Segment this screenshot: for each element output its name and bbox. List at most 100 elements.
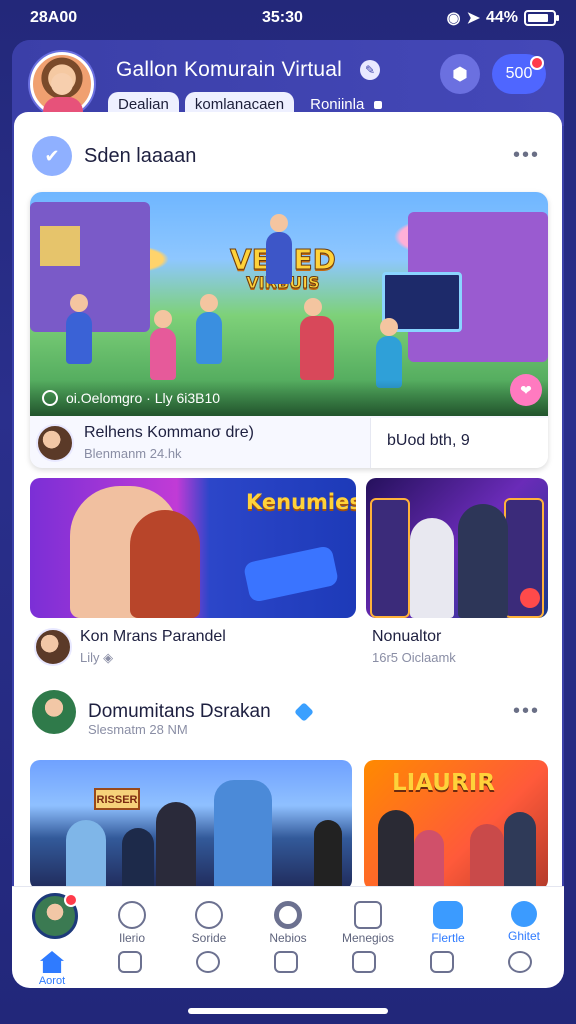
notifications-button[interactable]: 500 bbox=[492, 54, 546, 94]
post-tile[interactable]: LIAURIR bbox=[364, 760, 548, 890]
tab-bar: Ilerio Soride Nebios Menegios Flertle Gh… bbox=[12, 886, 564, 988]
notification-dot-icon bbox=[64, 893, 78, 907]
profile-avatar[interactable] bbox=[30, 52, 94, 116]
author-avatar[interactable] bbox=[34, 628, 72, 666]
tab-label: Dealian bbox=[118, 96, 169, 113]
tab-label: Soride bbox=[191, 931, 227, 945]
arcade-machine bbox=[370, 498, 410, 618]
person-icon bbox=[195, 901, 223, 929]
person bbox=[314, 820, 342, 890]
tab-search[interactable] bbox=[178, 947, 238, 987]
message-icon bbox=[354, 901, 382, 929]
tab-history[interactable] bbox=[334, 947, 394, 987]
tab-label: Ghitet bbox=[507, 929, 540, 943]
clock: 35:30 bbox=[262, 9, 303, 26]
profile-icon bbox=[511, 901, 537, 927]
gallery-icon bbox=[433, 901, 463, 929]
tile-author-meta: 16r5 Oiclaamk bbox=[372, 650, 456, 665]
tab-label: Nebios bbox=[269, 931, 307, 945]
tab-label: komlanacaen bbox=[194, 96, 285, 113]
shop-sign-text: RISSER bbox=[96, 794, 138, 806]
tab-calendar[interactable] bbox=[412, 947, 472, 987]
battery-icon bbox=[524, 10, 559, 26]
home-indicator[interactable] bbox=[188, 1008, 388, 1014]
person bbox=[458, 504, 508, 618]
house-illustration bbox=[30, 202, 150, 332]
more-options-icon[interactable]: ••• bbox=[513, 144, 540, 167]
more-options-icon[interactable]: ••• bbox=[513, 700, 540, 723]
shop-sign: LIAURIR bbox=[392, 770, 495, 796]
avatar-face bbox=[51, 73, 73, 95]
notification-dot-icon bbox=[530, 56, 544, 70]
chevron-down-icon: ❤ bbox=[520, 381, 532, 398]
record-icon bbox=[520, 588, 540, 608]
featured-post-card[interactable]: VEUED VIRBUIS oi.Oelomgro · Lly 6i3B10 ❤… bbox=[30, 192, 548, 468]
story-avatar[interactable] bbox=[32, 893, 78, 939]
tile-logo: Kenumies bbox=[246, 490, 356, 514]
person bbox=[410, 518, 454, 618]
tab-indicator-icon bbox=[374, 101, 383, 109]
post-tile[interactable]: Kenumies bbox=[30, 478, 356, 618]
tab-account[interactable] bbox=[490, 947, 550, 987]
author-meta: Blenmanm 24.hk bbox=[84, 446, 182, 461]
tab-flertle[interactable]: Flertle bbox=[408, 893, 488, 945]
tile-meta-text: Lily bbox=[80, 650, 100, 665]
tab-label: Roniinla bbox=[310, 96, 365, 113]
notification-count: 500 bbox=[505, 65, 533, 82]
verified-icon: ◈ bbox=[103, 650, 114, 665]
person bbox=[504, 812, 536, 890]
tab-ilerio[interactable]: Ilerio bbox=[92, 893, 172, 945]
character bbox=[150, 310, 176, 380]
calendar-icon bbox=[430, 951, 454, 973]
pin-icon bbox=[118, 901, 146, 929]
tab-label: Menegios bbox=[341, 931, 395, 945]
like-button[interactable]: ❤ bbox=[510, 374, 542, 406]
tab-menegios[interactable]: Menegios bbox=[328, 893, 408, 945]
post-tile[interactable]: RISSER bbox=[30, 760, 352, 890]
tile-author[interactable]: Nonualtor bbox=[372, 628, 441, 646]
featured-image: VEUED VIRBUIS oi.Oelomgro · Lly 6i3B10 ❤ bbox=[30, 192, 548, 416]
circle-icon bbox=[274, 901, 302, 929]
caption-text: oi.Oelomgro · Lly 6i3B10 bbox=[66, 390, 221, 406]
post-tile[interactable] bbox=[366, 478, 548, 618]
carrier-label: 28A00 bbox=[30, 9, 78, 26]
tab-label: Flertle bbox=[431, 931, 465, 945]
user-icon bbox=[508, 951, 532, 973]
character bbox=[266, 214, 292, 284]
photo-icon bbox=[118, 951, 142, 973]
verified-icon: ✎ bbox=[360, 60, 380, 80]
person bbox=[122, 828, 154, 890]
shop-sign: RISSER bbox=[94, 788, 140, 810]
person bbox=[66, 820, 106, 890]
tile-meta: Kon Mrans Parandel Lily ◈ bbox=[30, 622, 356, 678]
community-avatar[interactable] bbox=[32, 690, 76, 734]
video-caption: oi.Oelomgro · Lly 6i3B10 bbox=[30, 380, 548, 416]
tab-ghitet[interactable]: Ghitet bbox=[484, 893, 564, 943]
tab-nebios[interactable]: Nebios bbox=[248, 893, 328, 945]
tab-soride[interactable]: Soride bbox=[169, 893, 249, 945]
tile-author-meta: Lily ◈ bbox=[80, 650, 113, 666]
home-icon bbox=[40, 951, 64, 973]
tab-home[interactable]: Aorot bbox=[22, 947, 82, 987]
tab-photos[interactable] bbox=[100, 947, 160, 987]
person bbox=[414, 830, 444, 890]
verified-icon bbox=[293, 702, 314, 722]
tile-author[interactable]: Kon Mrans Parandel bbox=[80, 628, 226, 646]
person bbox=[470, 824, 504, 890]
character bbox=[300, 298, 334, 380]
pin-icon: ⬢ bbox=[452, 63, 468, 84]
tab-grid[interactable] bbox=[256, 947, 316, 987]
location-button[interactable]: ⬢ bbox=[440, 54, 480, 94]
battery-percent: 44% bbox=[485, 9, 518, 26]
character bbox=[66, 294, 92, 364]
post-stat: bUod bth, 9 bbox=[370, 418, 548, 468]
play-icon[interactable] bbox=[42, 390, 58, 406]
section-header: ✔ Sden laaaan ••• bbox=[32, 132, 544, 180]
person bbox=[156, 802, 196, 890]
author-name[interactable]: Relhens Kommanσ dre) bbox=[84, 424, 254, 442]
author-avatar[interactable] bbox=[36, 424, 74, 462]
tab-label: Ilerio bbox=[118, 931, 145, 945]
tab-label: Aorot bbox=[38, 975, 66, 987]
sofa-illustration bbox=[242, 545, 340, 603]
status-bar: 28A00 35:30 ◉ ➤ 44% bbox=[0, 0, 576, 36]
